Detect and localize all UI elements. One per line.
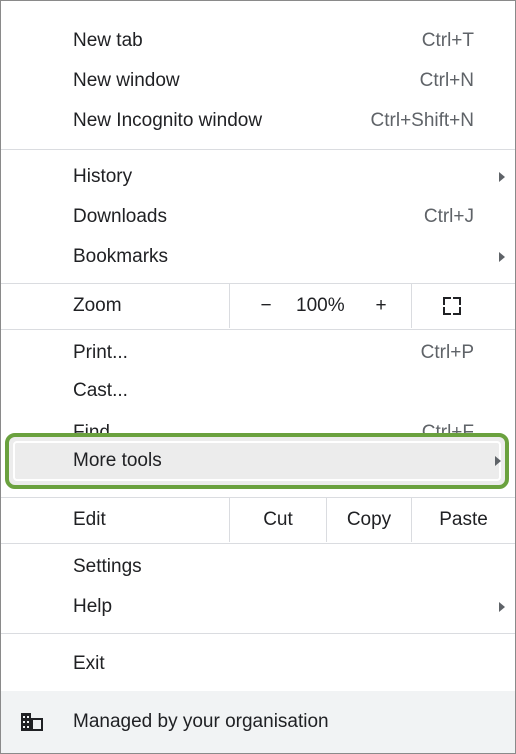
- menu-item-find[interactable]: Find... Ctrl+F: [1, 411, 515, 435]
- menu-item-shortcut: Ctrl+F: [421, 422, 474, 435]
- fullscreen-icon[interactable]: [443, 297, 461, 315]
- menu-item-shortcut: Ctrl+J: [423, 206, 474, 227]
- menu-item-downloads[interactable]: Downloads Ctrl+J: [1, 199, 515, 235]
- submenu-arrow-icon: [499, 172, 505, 182]
- submenu-arrow-icon: [499, 252, 505, 262]
- menu-item-label: Help: [73, 596, 113, 617]
- menu-item-shortcut: Ctrl+T: [421, 30, 474, 51]
- zoom-out-button[interactable]: −: [256, 284, 276, 328]
- menu-item-new-window[interactable]: New window Ctrl+N: [1, 63, 515, 99]
- submenu-arrow-icon: [495, 456, 501, 466]
- menu-item-label: Settings: [73, 556, 142, 577]
- menu-item-bookmarks[interactable]: Bookmarks: [1, 239, 515, 275]
- menu-item-label: New window: [73, 70, 180, 91]
- menu-item-cast[interactable]: Cast...: [1, 373, 515, 409]
- menu-item-label: Cast...: [73, 380, 128, 401]
- menu-item-history[interactable]: History: [1, 159, 515, 195]
- managed-by-organisation[interactable]: Managed by your organisation: [1, 691, 515, 753]
- menu-item-label: History: [73, 166, 133, 187]
- menu-item-print[interactable]: Print... Ctrl+P: [1, 335, 515, 371]
- menu-separator: [1, 543, 515, 544]
- zoom-in-button[interactable]: +: [371, 284, 391, 328]
- menu-item-new-tab[interactable]: New tab Ctrl+T: [1, 23, 515, 59]
- menu-item-label: Bookmarks: [73, 246, 169, 267]
- menu-item-new-incognito-window[interactable]: New Incognito window Ctrl+Shift+N: [1, 103, 515, 139]
- chrome-main-menu: New tab Ctrl+T New window Ctrl+N New Inc…: [0, 0, 516, 754]
- menu-item-label: More tools: [73, 450, 162, 471]
- copy-button[interactable]: Copy: [327, 498, 411, 542]
- menu-item-help[interactable]: Help: [1, 589, 515, 625]
- zoom-label: Zoom: [73, 295, 122, 316]
- submenu-arrow-icon: [499, 602, 505, 612]
- edit-row: Edit Cut Copy Paste: [1, 498, 515, 542]
- menu-item-exit[interactable]: Exit: [1, 646, 515, 682]
- paste-button[interactable]: Paste: [412, 498, 515, 542]
- menu-separator: [1, 329, 515, 330]
- menu-item-shortcut: Ctrl+N: [419, 70, 474, 91]
- menu-separator: [1, 149, 515, 150]
- menu-item-label: New Incognito window: [73, 110, 263, 131]
- menu-item-more-tools[interactable]: More tools: [1, 443, 515, 479]
- zoom-level: 100%: [296, 295, 345, 316]
- menu-item-label: Find...: [73, 422, 126, 435]
- zoom-divider: [411, 284, 412, 328]
- menu-item-label: Downloads: [73, 206, 167, 227]
- managed-label: Managed by your organisation: [73, 711, 329, 732]
- menu-item-shortcut: Ctrl+Shift+N: [370, 110, 474, 131]
- menu-separator: [1, 633, 515, 634]
- zoom-row: Zoom − 100% +: [1, 284, 515, 328]
- zoom-divider: [229, 284, 230, 328]
- menu-item-label: New tab: [73, 30, 143, 51]
- building-icon: [21, 713, 43, 731]
- edit-label: Edit: [73, 509, 106, 530]
- menu-item-shortcut: Ctrl+P: [420, 342, 474, 363]
- menu-item-label: Exit: [73, 653, 105, 674]
- menu-item-settings[interactable]: Settings: [1, 549, 515, 585]
- menu-item-label: Print...: [73, 342, 128, 363]
- cut-button[interactable]: Cut: [230, 498, 326, 542]
